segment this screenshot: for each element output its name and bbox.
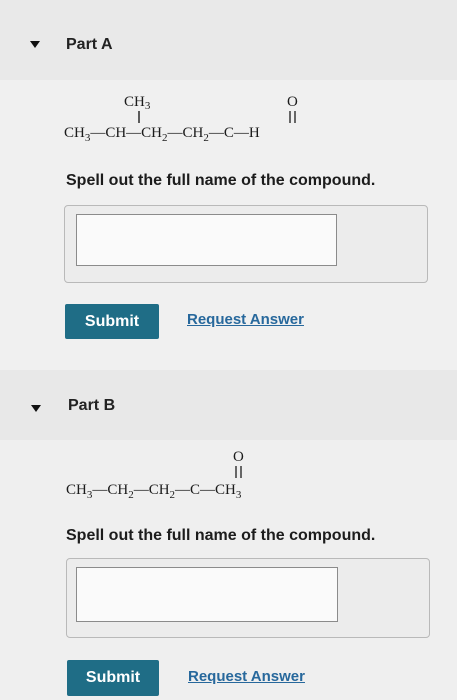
part-b-prompt: Spell out the full name of the compound. (66, 527, 376, 544)
carbonyl-oxygen-label: O (287, 94, 298, 110)
formula-segment: CH (66, 482, 87, 498)
formula-segment: CH (64, 125, 85, 141)
part-b-answer-input[interactable] (76, 567, 338, 622)
formula-segment: —CH (133, 482, 170, 498)
part-a-structure: CH3 O CH3—CH—CH2—CH2—C—H (64, 94, 298, 144)
main-chain-formula: CH3—CH—CH2—CH2—C—H (64, 125, 260, 144)
collapse-caret-icon[interactable] (31, 405, 41, 412)
part-b-request-answer-link[interactable]: Request Answer (188, 668, 305, 685)
formula-segment: —CH—CH (89, 125, 162, 141)
part-a-request-answer-link[interactable]: Request Answer (187, 311, 304, 328)
main-chain-formula: CH3—CH2—CH2—C—CH3 (66, 482, 242, 501)
carbonyl-oxygen-label: O (233, 449, 244, 465)
collapse-caret-icon[interactable] (30, 41, 40, 48)
part-b-structure: O CH3—CH2—CH2—C—CH3 (66, 449, 244, 501)
formula-segment: —CH (91, 482, 128, 498)
part-a-submit-button[interactable]: Submit (65, 304, 159, 339)
branch-methyl-label: CH3 (124, 94, 151, 112)
part-a-answer-input[interactable] (76, 214, 337, 266)
part-a-prompt: Spell out the full name of the compound. (66, 172, 376, 189)
formula-segment: —CH (167, 125, 204, 141)
formula-segment: —C—CH (174, 482, 236, 498)
formula-segment: —C—H (208, 125, 260, 141)
subscript-digit: 3 (236, 489, 242, 501)
part-b-title: Part B (68, 397, 116, 414)
part-a-title: Part A (66, 36, 113, 53)
part-b-submit-button[interactable]: Submit (67, 660, 159, 696)
